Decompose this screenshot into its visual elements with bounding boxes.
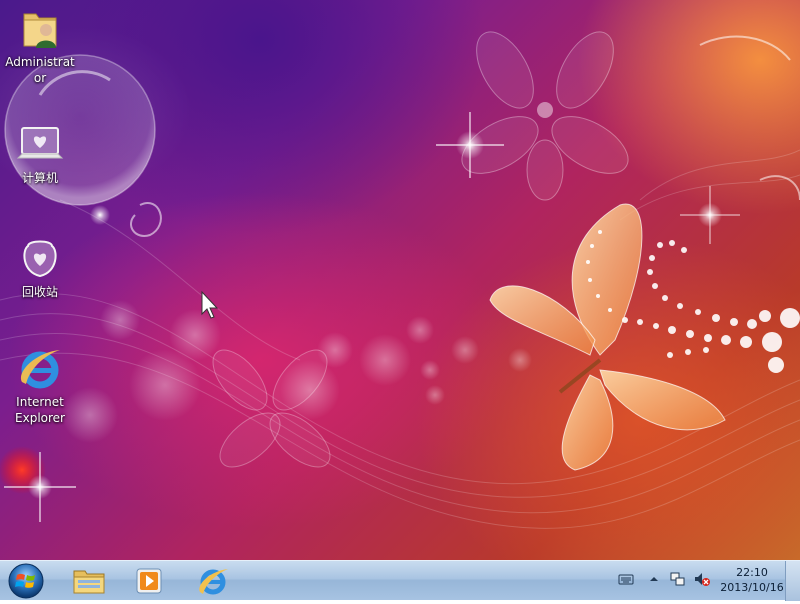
desktop-icon-recycle-bin[interactable]: 回收站 (1, 234, 79, 300)
internet-explorer-icon (20, 350, 60, 389)
desktop-icon-administrator[interactable]: Administrator (1, 4, 79, 86)
taskbar-media-player[interactable] (120, 563, 178, 599)
network-icon[interactable] (670, 571, 686, 587)
desktop-icon-label: 计算机 (21, 171, 58, 185)
taskbar: 22:10 2013/10/16 (0, 560, 800, 601)
windows-start-icon (8, 563, 44, 599)
start-button[interactable] (6, 562, 46, 600)
show-hidden-icons-arrow[interactable] (646, 571, 662, 587)
desktop-icon-label: 回收站 (21, 285, 58, 299)
desktop: Administrator 计算机 回收站 Internet Explorer (0, 0, 800, 560)
keyboard-icon[interactable] (618, 571, 634, 587)
show-desktop-button[interactable] (785, 561, 800, 601)
computer-icon (16, 127, 64, 159)
desktop-icon-internet-explorer[interactable]: Internet Explorer (1, 344, 79, 426)
wallpaper-art (0, 31, 800, 529)
desktop-icon-label: Administrator (5, 55, 75, 85)
taskbar-file-explorer[interactable] (60, 563, 118, 599)
internet-explorer-icon (199, 569, 228, 595)
media-player-icon (136, 568, 162, 594)
file-explorer-icon (73, 570, 105, 594)
recycle-bin-icon (23, 240, 57, 278)
taskbar-internet-explorer[interactable] (184, 563, 242, 599)
desktop-icon-computer[interactable]: 计算机 (1, 120, 79, 186)
user-folder-icon (23, 13, 57, 48)
desktop-icon-label: Internet Explorer (15, 395, 65, 425)
